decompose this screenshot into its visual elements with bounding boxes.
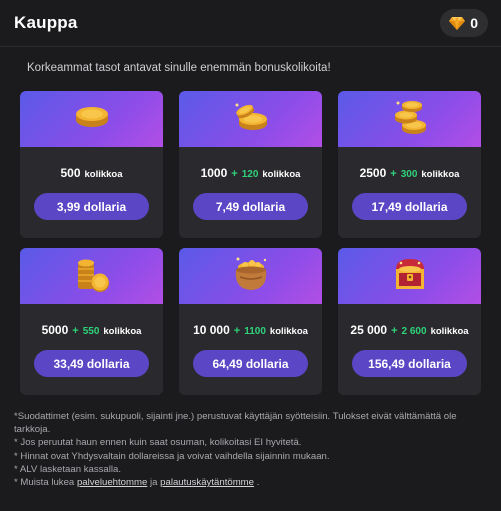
package-card-1000[interactable]: 1000 + 120 kolikkoa 7,49 dollaria bbox=[179, 91, 322, 238]
bonus-amount: 1100 bbox=[244, 326, 266, 337]
coin-unit: kolikkoa bbox=[421, 169, 460, 180]
coin-pot-icon bbox=[230, 255, 272, 298]
base-amount: 10 000 bbox=[193, 323, 230, 337]
terms-link[interactable]: palveluehtomme bbox=[77, 477, 147, 488]
buy-button-10000[interactable]: 64,49 dollaria bbox=[193, 350, 308, 377]
card-banner bbox=[20, 91, 163, 147]
two-coins-icon bbox=[231, 101, 271, 138]
policies-prefix: * Muista lukea bbox=[14, 477, 75, 489]
coin-unit: kolikkoa bbox=[430, 326, 469, 337]
base-amount: 2500 bbox=[359, 166, 387, 180]
package-grid: 500 kolikkoa 3,99 dollaria 1000 + 120 ko… bbox=[20, 91, 481, 395]
policies-mid: ja bbox=[150, 477, 158, 489]
coin-unit: kolikkoa bbox=[103, 326, 142, 337]
footer-note-currency: * Hinnat ovat Yhdysvaltain dollareissa j… bbox=[14, 450, 330, 462]
base-amount: 5000 bbox=[41, 323, 69, 337]
plus-sign: + bbox=[390, 168, 397, 180]
card-banner bbox=[179, 248, 322, 304]
gem-balance[interactable]: 0 bbox=[440, 9, 488, 37]
footer-note-refund: * Jos peruutat haun ennen kuin saat osum… bbox=[14, 437, 302, 449]
card-banner bbox=[20, 248, 163, 304]
package-card-5000[interactable]: 5000 + 550 kolikkoa 33,49 dollaria bbox=[20, 248, 163, 395]
coin-unit: kolikkoa bbox=[84, 169, 123, 180]
footer-note-filters: *Suodattimet (esim. sukupuoli, sijainti … bbox=[14, 411, 457, 436]
footer-note-vat: * ALV lasketaan kassalla. bbox=[14, 463, 122, 475]
buy-button-25000[interactable]: 156,49 dollaria bbox=[352, 350, 467, 377]
card-banner bbox=[338, 248, 481, 304]
page-title: Kauppa bbox=[14, 13, 78, 32]
subtitle: Korkeammat tasot antavat sinulle enemmän… bbox=[27, 62, 331, 74]
footer-notes: *Suodattimet (esim. sukupuoli, sijainti … bbox=[14, 410, 484, 489]
plus-sign: + bbox=[391, 325, 398, 337]
coin-amount: 5000 + 550 kolikkoa bbox=[42, 323, 142, 337]
buy-button-2500[interactable]: 17,49 dollaria bbox=[352, 193, 467, 220]
coin-unit: kolikkoa bbox=[262, 169, 301, 180]
coin-unit: kolikkoa bbox=[269, 326, 308, 337]
bonus-amount: 300 bbox=[400, 169, 418, 180]
coin-amount: 2500 + 300 kolikkoa bbox=[360, 166, 460, 180]
header-divider bbox=[0, 46, 501, 47]
coin-amount: 25 000 + 2 600 kolikkoa bbox=[350, 323, 468, 337]
buy-button-5000[interactable]: 33,49 dollaria bbox=[34, 350, 149, 377]
package-card-500[interactable]: 500 kolikkoa 3,99 dollaria bbox=[20, 91, 163, 238]
card-banner bbox=[338, 91, 481, 147]
coin-pile-icon bbox=[72, 255, 112, 298]
bonus-amount: 550 bbox=[82, 326, 100, 337]
coin-amount: 500 kolikkoa bbox=[60, 166, 122, 180]
card-banner bbox=[179, 91, 322, 147]
treasure-chest-icon bbox=[390, 255, 430, 298]
plus-sign: + bbox=[231, 168, 238, 180]
bonus-amount: 2 600 bbox=[401, 326, 427, 337]
diamond-icon bbox=[449, 16, 466, 30]
base-amount: 25 000 bbox=[350, 323, 388, 337]
coin-amount: 1000 + 120 kolikkoa bbox=[201, 166, 301, 180]
base-amount: 500 bbox=[60, 166, 81, 180]
package-card-10000[interactable]: 10 000 + 1100 kolikkoa 64,49 dollaria bbox=[179, 248, 322, 395]
coin-amount: 10 000 + 1100 kolikkoa bbox=[193, 323, 308, 337]
package-card-2500[interactable]: 2500 + 300 kolikkoa 17,49 dollaria bbox=[338, 91, 481, 238]
buy-button-500[interactable]: 3,99 dollaria bbox=[34, 193, 149, 220]
package-card-25000[interactable]: 25 000 + 2 600 kolikkoa 156,49 dollaria bbox=[338, 248, 481, 395]
plus-sign: + bbox=[72, 325, 79, 337]
base-amount: 1000 bbox=[200, 166, 228, 180]
plus-sign: + bbox=[233, 325, 241, 337]
bonus-amount: 120 bbox=[241, 169, 259, 180]
coin-stack-icon bbox=[390, 98, 430, 141]
gem-count: 0 bbox=[470, 15, 478, 31]
single-coin-icon bbox=[72, 102, 112, 137]
footer-note-policies: * Muista lukea palveluehtomme ja palautu… bbox=[14, 476, 484, 489]
policies-suffix: . bbox=[256, 477, 260, 489]
refund-policy-link[interactable]: palautuskäytäntömme bbox=[160, 477, 254, 488]
buy-button-1000[interactable]: 7,49 dollaria bbox=[193, 193, 308, 220]
header: Kauppa 0 bbox=[0, 0, 501, 46]
